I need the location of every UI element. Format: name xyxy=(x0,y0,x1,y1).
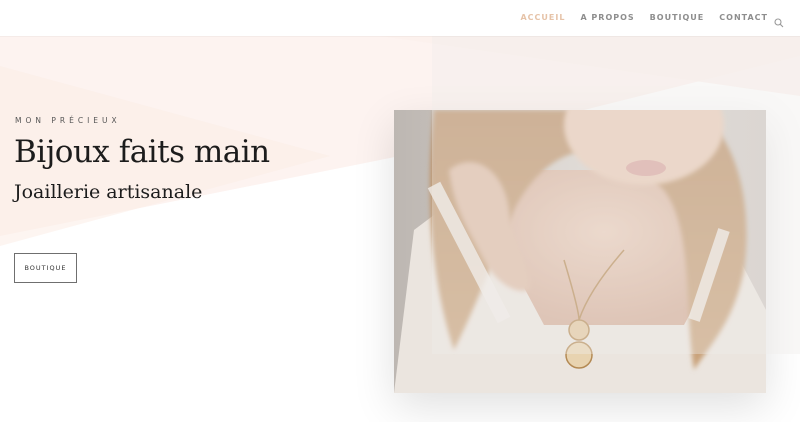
boutique-button[interactable]: BOUTIQUE xyxy=(14,253,77,283)
hero-eyebrow: MON PRÉCIEUX xyxy=(15,116,121,125)
hero-photo xyxy=(394,110,766,393)
search-icon[interactable] xyxy=(774,13,784,28)
nav-item-contact[interactable]: CONTACT xyxy=(719,12,768,24)
nav-item-boutique[interactable]: BOUTIQUE xyxy=(650,12,705,24)
main-nav: ACCUEIL A PROPOS BOUTIQUE CONTACT xyxy=(505,12,784,28)
nav-item-accueil[interactable]: ACCUEIL xyxy=(520,12,565,24)
site-header: ACCUEIL A PROPOS BOUTIQUE CONTACT xyxy=(0,0,800,36)
hero-title: Bijoux faits main xyxy=(14,134,270,170)
nav-item-a-propos[interactable]: A PROPOS xyxy=(580,12,634,24)
hero-subtitle: Joaillerie artisanale xyxy=(14,181,203,203)
